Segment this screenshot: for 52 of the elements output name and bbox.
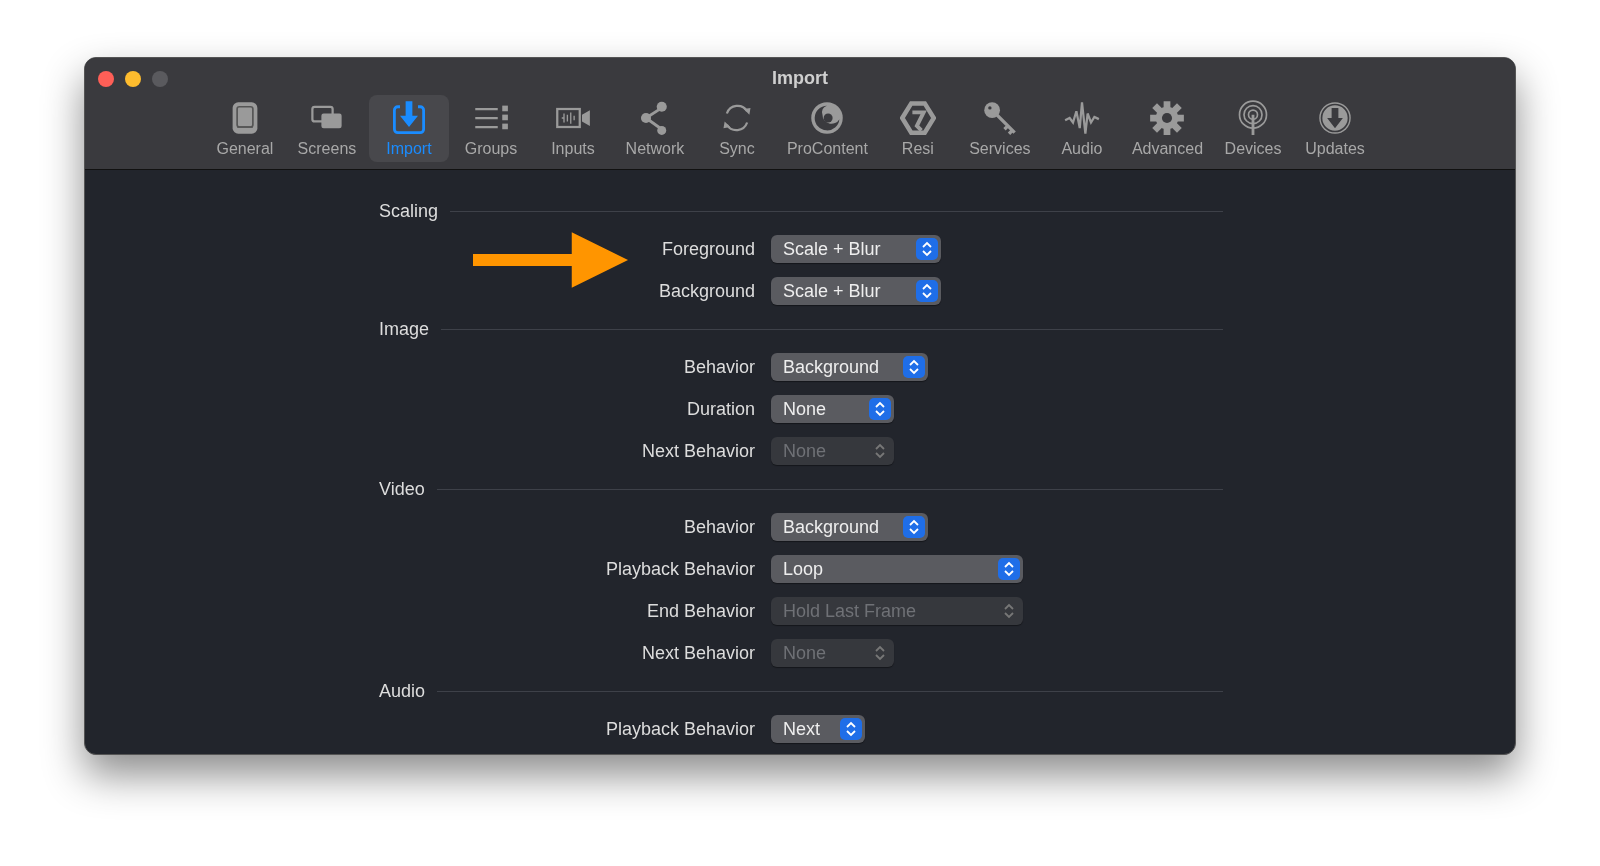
popup-button[interactable]: Scale + Blur xyxy=(771,235,941,263)
field-label: Foreground xyxy=(660,238,755,260)
field-label: Playback Behavior xyxy=(604,558,755,580)
toolbar-tab[interactable]: General xyxy=(204,95,285,162)
field-label: Behavior xyxy=(682,516,755,538)
popup-button[interactable]: Background xyxy=(771,353,928,381)
window-title: Import xyxy=(772,68,828,89)
toolbar-tab[interactable]: Audio xyxy=(1041,95,1122,162)
popup-button[interactable]: Loop xyxy=(771,555,1023,583)
toolbar-tab[interactable]: Network xyxy=(614,95,695,162)
toolbar-tab[interactable]: Devices xyxy=(1213,95,1294,162)
toolbar-tab[interactable]: Screens xyxy=(286,95,367,162)
chevron-updown-icon xyxy=(916,280,938,302)
minimize-button[interactable] xyxy=(125,71,141,87)
field-label: End Behavior xyxy=(645,600,755,622)
chevron-updown-icon xyxy=(903,356,925,378)
toolbar-tab[interactable]: Services xyxy=(959,95,1040,162)
toolbar-tab[interactable]: ProContent xyxy=(778,95,876,162)
hexagon-icon xyxy=(899,100,936,136)
swirl-icon xyxy=(809,100,846,136)
popup-button[interactable]: None xyxy=(771,395,894,423)
section-title: Image xyxy=(379,318,430,340)
field-label: Playback Behavior xyxy=(604,718,755,740)
toolbar-tab[interactable]: Groups xyxy=(450,95,531,162)
field-label: Next Behavior xyxy=(640,440,755,462)
chevron-updown-icon xyxy=(903,516,925,538)
popup-button[interactable]: Background xyxy=(771,513,928,541)
field-label: Duration xyxy=(685,398,755,420)
field-label: Background xyxy=(657,280,755,302)
section-title: Audio xyxy=(379,680,426,702)
popup-button[interactable]: Next xyxy=(771,715,865,743)
import-icon xyxy=(390,100,427,136)
chevron-updown-icon xyxy=(869,398,891,420)
key-icon xyxy=(981,100,1018,136)
section-title: Scaling xyxy=(379,200,439,222)
toolbar-tab[interactable]: Updates xyxy=(1295,95,1376,162)
gear-icon xyxy=(1149,100,1186,136)
chevron-updown-icon xyxy=(840,718,862,740)
toolbar-tab[interactable]: Inputs xyxy=(532,95,613,162)
chevron-updown-icon xyxy=(998,558,1020,580)
toolbar-tab[interactable]: Import xyxy=(368,95,449,162)
field-label: Behavior xyxy=(682,356,755,378)
section-title: Video xyxy=(379,478,425,500)
download-icon xyxy=(1317,100,1354,136)
toolbar-tab[interactable]: Advanced xyxy=(1123,95,1212,162)
chevron-updown-icon xyxy=(916,238,938,260)
popup-button[interactable]: Scale + Blur xyxy=(771,277,941,305)
toolbar-tab[interactable]: Resi xyxy=(877,95,958,162)
toolbar-tab[interactable]: Sync xyxy=(696,95,777,162)
field-label: Next Behavior xyxy=(640,642,755,664)
waveform-icon xyxy=(1063,100,1100,136)
close-button[interactable] xyxy=(98,71,114,87)
